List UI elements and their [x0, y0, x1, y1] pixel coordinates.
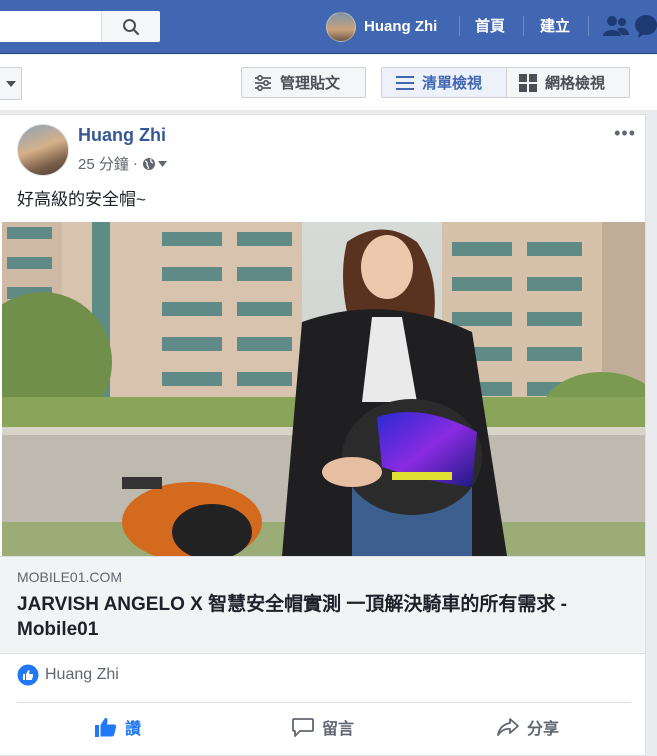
post-timestamp[interactable]: 25 分鐘 [78, 153, 129, 174]
author-name[interactable]: Huang Zhi [78, 125, 166, 146]
filter-dropdown[interactable] [0, 67, 22, 100]
like-button[interactable]: 讚 [95, 715, 141, 739]
grid-view-button[interactable]: 網格檢視 [506, 67, 630, 98]
search-button[interactable] [101, 11, 160, 42]
chevron-down-icon [5, 80, 16, 87]
avatar [326, 11, 356, 42]
link-title[interactable]: JARVISH ANGELO X 智慧安全帽實測 一頂解決騎車的所有需求 - M… [17, 592, 637, 642]
author-avatar[interactable] [17, 124, 69, 176]
woman-with-helmet-photo [2, 222, 645, 556]
meta-separator: · [132, 155, 138, 172]
list-view-button[interactable]: 清單檢視 [381, 67, 507, 98]
grid-view-label: 網格檢視 [545, 75, 606, 92]
divider [459, 16, 460, 36]
create-link[interactable]: 建立 [540, 15, 570, 36]
divider [523, 16, 524, 36]
list-icon [396, 75, 414, 90]
globe-icon [142, 157, 155, 170]
audience-selector[interactable] [142, 157, 167, 171]
share-label: 分享 [527, 721, 560, 738]
reaction-summary[interactable]: Huang Zhi [17, 664, 119, 686]
manage-posts-label: 管理貼文 [280, 75, 341, 92]
thumbs-up-icon [95, 717, 117, 737]
comment-icon [292, 718, 314, 737]
chevron-down-icon [157, 160, 167, 167]
link-preview-info[interactable]: MOBILE01.COM JARVISH ANGELO X 智慧安全帽實測 一頂… [0, 556, 645, 654]
divider [17, 702, 631, 703]
manage-posts-button[interactable]: 管理貼文 [241, 67, 366, 98]
post-meta: 25 分鐘 · [78, 153, 167, 174]
share-button[interactable]: 分享 [497, 715, 559, 739]
post-text: 好高級的安全帽~ [17, 190, 146, 209]
top-navigation-bar: Huang Zhi 首頁 建立 [0, 0, 657, 54]
link-domain: MOBILE01.COM [17, 569, 123, 585]
profile-link[interactable]: Huang Zhi [326, 11, 437, 42]
messenger-icon[interactable] [634, 14, 657, 38]
home-link[interactable]: 首頁 [475, 15, 505, 36]
comment-label: 留言 [322, 721, 355, 738]
friends-icon[interactable] [603, 14, 629, 38]
search-input[interactable] [0, 11, 160, 42]
search-icon [123, 18, 140, 35]
comment-button[interactable]: 留言 [292, 715, 354, 739]
link-preview-image[interactable] [2, 222, 645, 556]
share-arrow-icon [497, 718, 519, 736]
post-card: Huang Zhi 25 分鐘 · ••• 好高級的安全帽~ MOBILE01.… [0, 114, 646, 756]
more-options-button[interactable]: ••• [614, 123, 636, 144]
liker-name: Huang Zhi [45, 666, 119, 683]
like-label: 讚 [125, 721, 142, 738]
list-view-label: 清單檢視 [422, 75, 483, 92]
like-reaction-icon [17, 664, 39, 686]
grid-icon [519, 73, 537, 92]
profile-name: Huang Zhi [364, 18, 438, 35]
settings-sliders-icon [255, 74, 271, 91]
post-view-toolbar: 管理貼文 清單檢視 網格檢視 [0, 55, 657, 110]
divider [588, 16, 589, 36]
